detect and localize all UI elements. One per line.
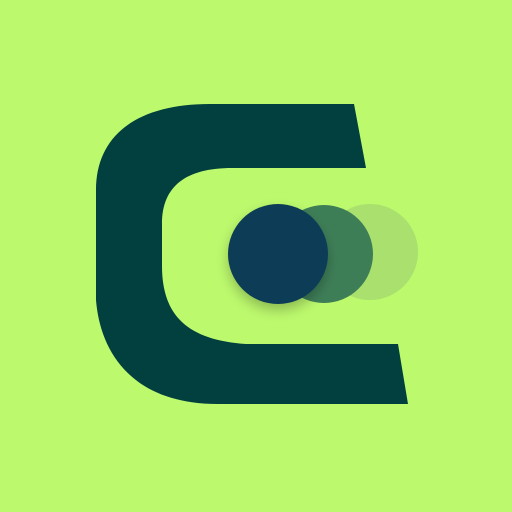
circle-front-icon (228, 204, 328, 304)
logo-svg (0, 0, 512, 512)
app-icon (0, 0, 512, 512)
